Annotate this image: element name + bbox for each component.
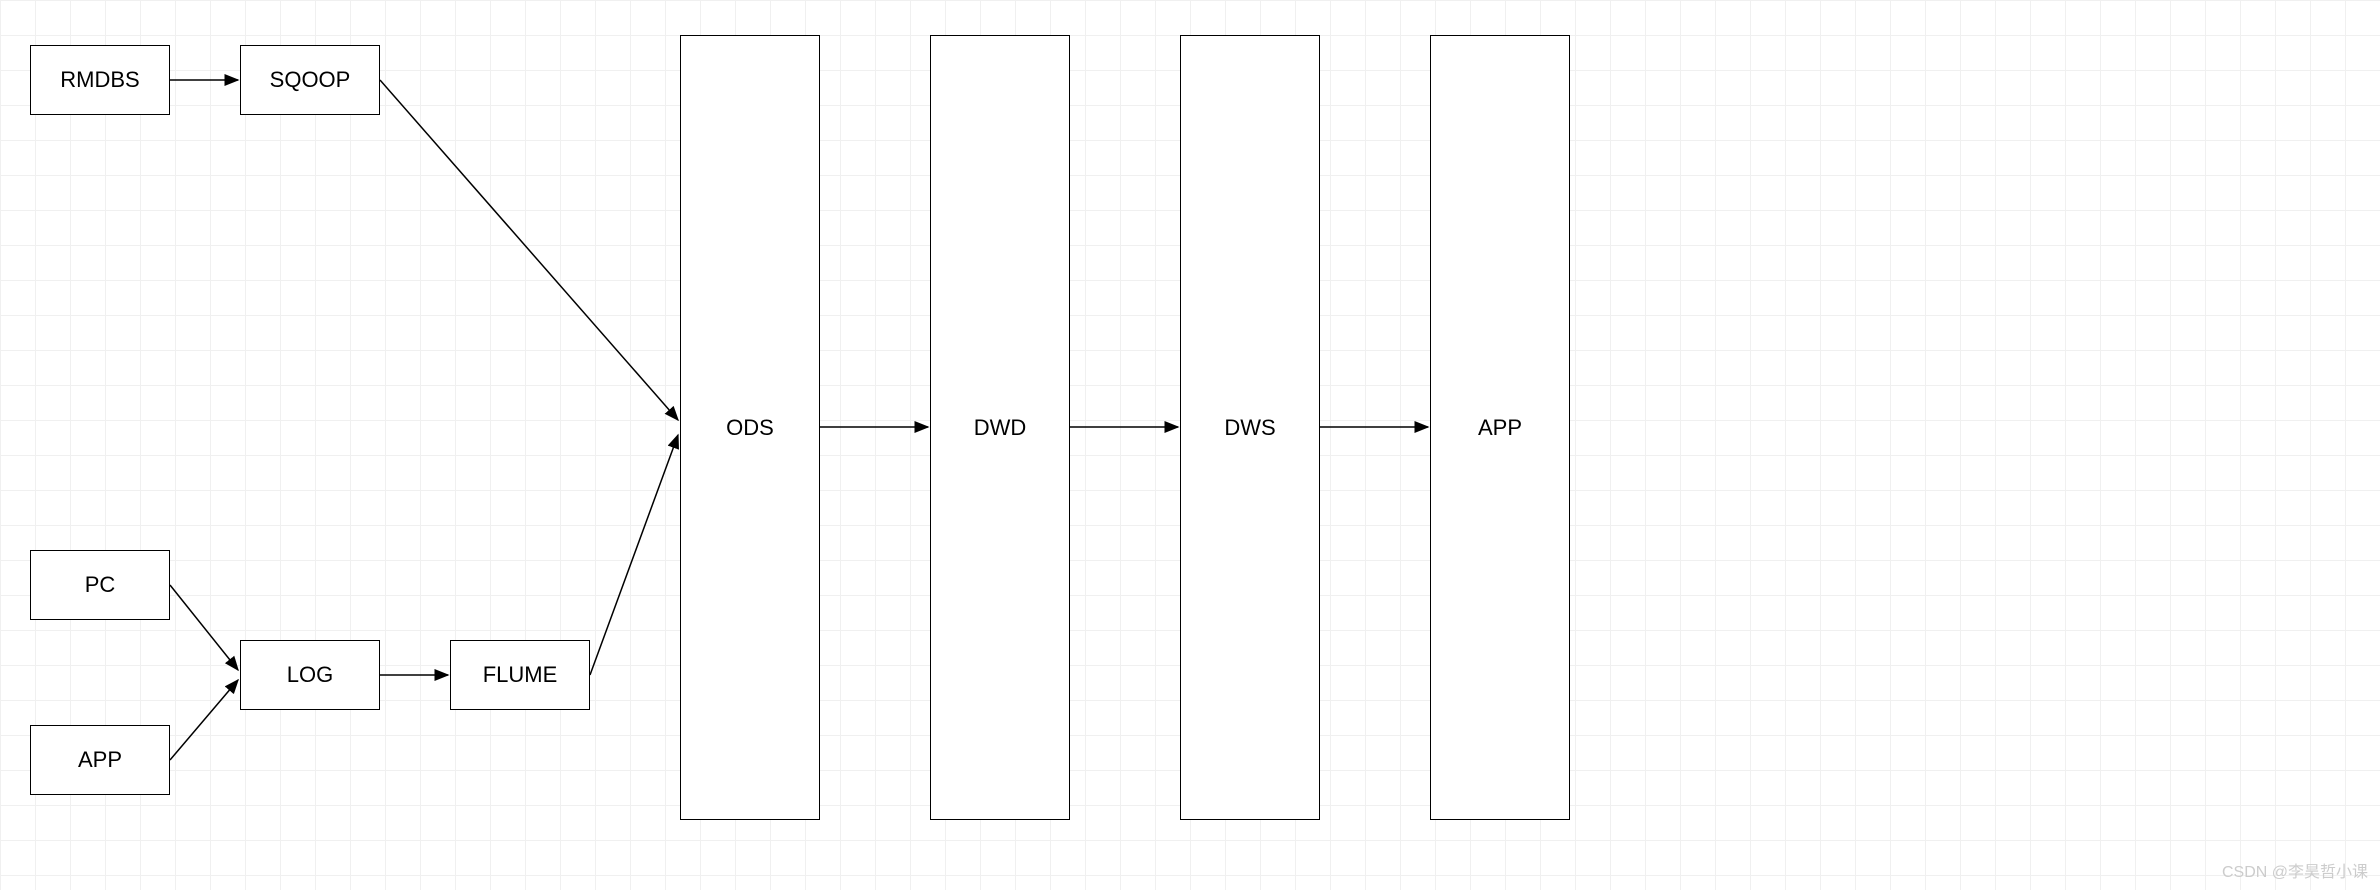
node-rmdbs: RMDBS <box>30 45 170 115</box>
node-app-out: APP <box>1430 35 1570 820</box>
node-flume: FLUME <box>450 640 590 710</box>
node-label: LOG <box>287 662 333 688</box>
node-label: FLUME <box>483 662 558 688</box>
node-ods: ODS <box>680 35 820 820</box>
node-sqoop: SQOOP <box>240 45 380 115</box>
node-label: PC <box>85 572 116 598</box>
node-label: ODS <box>726 415 774 441</box>
node-label: DWS <box>1224 415 1275 441</box>
node-app-src: APP <box>30 725 170 795</box>
node-label: RMDBS <box>60 67 139 93</box>
node-pc: PC <box>30 550 170 620</box>
node-dwd: DWD <box>930 35 1070 820</box>
node-label: SQOOP <box>270 67 351 93</box>
watermark: CSDN @李昊哲小课 <box>2222 858 2368 882</box>
node-label: APP <box>78 747 122 773</box>
watermark-text: CSDN @李昊哲小课 <box>2222 864 2368 881</box>
node-dws: DWS <box>1180 35 1320 820</box>
node-log: LOG <box>240 640 380 710</box>
node-label: DWD <box>974 415 1027 441</box>
node-label: APP <box>1478 415 1522 441</box>
